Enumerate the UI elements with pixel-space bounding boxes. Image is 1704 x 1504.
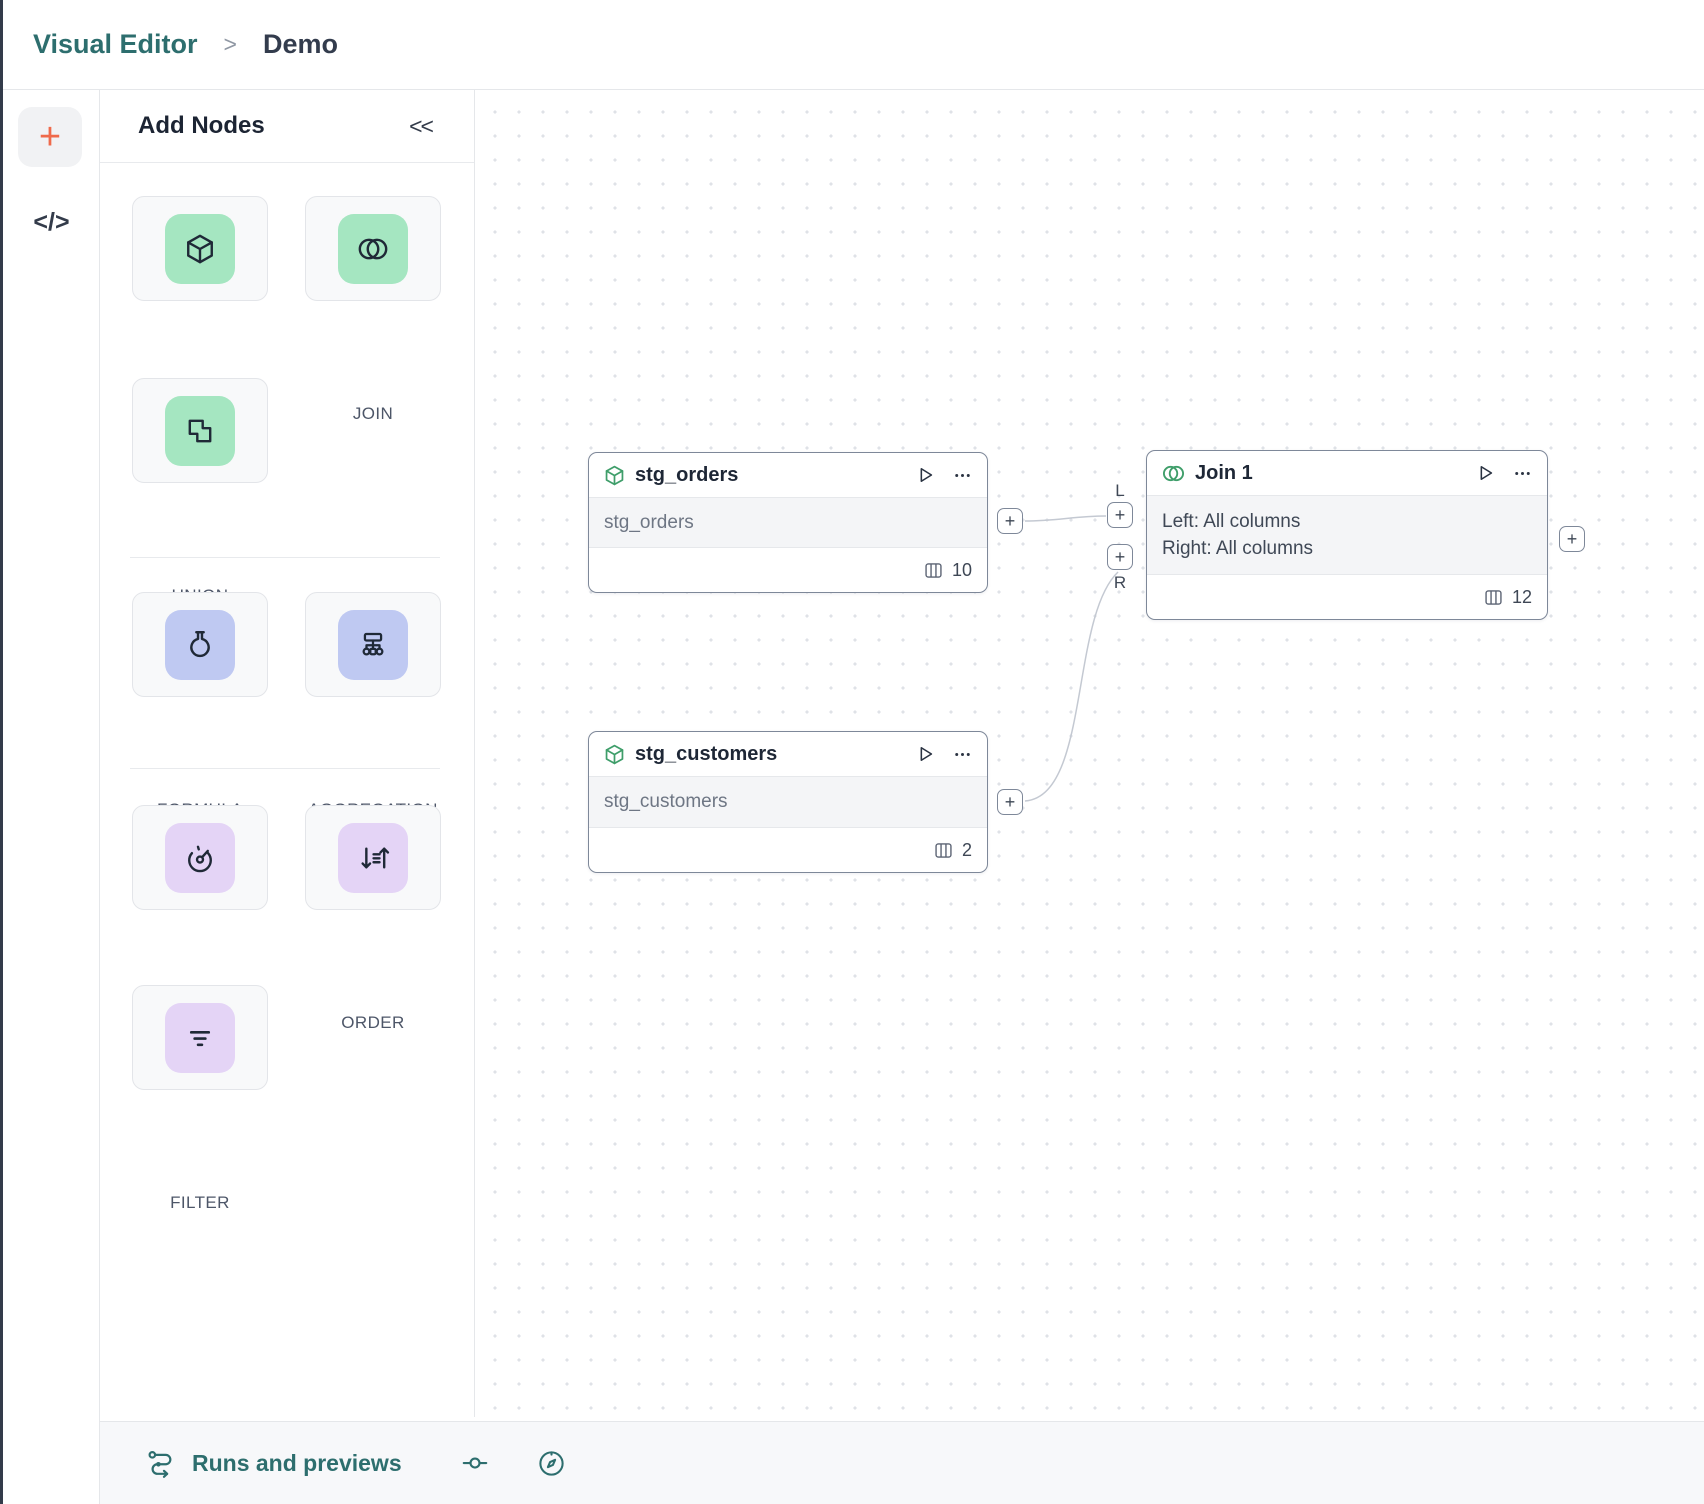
node-menu-button[interactable] xyxy=(1512,463,1533,484)
run-node-button[interactable] xyxy=(1474,462,1496,484)
plus-icon: + xyxy=(1115,548,1126,566)
commit-icon[interactable] xyxy=(460,1448,490,1478)
plus-icon: + xyxy=(1115,506,1126,524)
node-stg-orders[interactable]: stg_orders stg_orders 10 xyxy=(588,452,988,593)
palette-label-filter: FILTER xyxy=(110,1193,290,1213)
node-title: stg_customers xyxy=(635,743,905,766)
gauge-icon xyxy=(165,823,235,893)
bottom-status-bar: Runs and previews xyxy=(100,1421,1704,1504)
panel-title: Add Nodes xyxy=(138,112,265,140)
runs-icon xyxy=(146,1448,177,1479)
flask-icon xyxy=(165,610,235,680)
code-icon: </> xyxy=(33,208,69,237)
palette-divider xyxy=(130,557,440,558)
node-title: Join 1 xyxy=(1195,462,1465,485)
columns-icon xyxy=(923,560,944,581)
node-subtitle: stg_orders xyxy=(604,512,972,534)
plus-icon: + xyxy=(1567,530,1578,548)
palette-tile-join[interactable] xyxy=(305,196,441,301)
join-left-config: Left: All columns xyxy=(1162,508,1532,535)
code-view-button[interactable]: </> xyxy=(3,202,100,242)
palette-tile-filter[interactable] xyxy=(132,985,268,1090)
breadcrumb: Visual Editor > Demo xyxy=(0,0,1704,90)
runs-and-previews-button[interactable]: Runs and previews xyxy=(146,1448,402,1479)
node-menu-button[interactable] xyxy=(952,744,973,765)
add-nodes-panel: Add Nodes << MODEL JOIN UNION xyxy=(100,90,475,1417)
stg-orders-output-handle[interactable]: + xyxy=(997,508,1023,534)
palette-label-join: JOIN xyxy=(283,404,463,424)
stg-customers-output-handle[interactable]: + xyxy=(997,789,1023,815)
cube-icon xyxy=(603,464,626,487)
breadcrumb-separator: > xyxy=(224,31,237,58)
columns-icon xyxy=(1483,587,1504,608)
column-count: 2 xyxy=(962,840,972,861)
join-left-input-handle[interactable]: + xyxy=(1107,502,1133,528)
palette-tile-union[interactable] xyxy=(132,378,268,483)
cube-icon xyxy=(165,214,235,284)
palette-tile-limit[interactable] xyxy=(132,805,268,910)
join-output-handle[interactable]: + xyxy=(1559,526,1585,552)
join-left-handle-label: L xyxy=(1110,481,1130,501)
column-count: 10 xyxy=(952,560,972,581)
plus-icon: + xyxy=(1005,793,1016,811)
left-toolbar: + </> xyxy=(3,90,100,1504)
compass-icon[interactable] xyxy=(536,1448,567,1479)
plus-icon: + xyxy=(1005,512,1016,530)
filter-icon xyxy=(165,1003,235,1073)
aggregation-icon xyxy=(338,610,408,680)
node-title: stg_orders xyxy=(635,464,905,487)
join-icon xyxy=(1161,461,1186,486)
column-count: 12 xyxy=(1512,587,1532,608)
palette-divider xyxy=(130,768,440,769)
join-right-config: Right: All columns xyxy=(1162,535,1532,562)
palette-tile-formula[interactable] xyxy=(132,592,268,697)
join-right-input-handle[interactable]: + xyxy=(1107,544,1133,570)
cube-icon xyxy=(603,743,626,766)
run-node-button[interactable] xyxy=(914,743,936,765)
plus-icon: + xyxy=(39,118,61,156)
node-join-1[interactable]: Join 1 Left: All columns Right: All colu… xyxy=(1146,450,1548,620)
palette-tile-aggregation[interactable] xyxy=(305,592,441,697)
sort-icon xyxy=(338,823,408,893)
collapse-panel-button[interactable]: << xyxy=(409,113,432,140)
palette-label-order: ORDER xyxy=(283,1013,463,1033)
node-stg-customers[interactable]: stg_customers stg_customers 2 xyxy=(588,731,988,873)
window-edge xyxy=(0,0,3,1504)
palette-tile-order[interactable] xyxy=(305,805,441,910)
join-icon xyxy=(338,214,408,284)
palette-tile-model[interactable] xyxy=(132,196,268,301)
add-button[interactable]: + xyxy=(18,107,82,167)
node-subtitle: stg_customers xyxy=(604,791,972,813)
join-right-handle-label: R xyxy=(1110,573,1130,593)
runs-and-previews-label: Runs and previews xyxy=(192,1450,402,1477)
columns-icon xyxy=(933,840,954,861)
breadcrumb-root-link[interactable]: Visual Editor xyxy=(33,29,198,60)
union-icon xyxy=(165,396,235,466)
page-title: Demo xyxy=(263,29,338,60)
run-node-button[interactable] xyxy=(914,464,936,486)
node-menu-button[interactable] xyxy=(952,465,973,486)
